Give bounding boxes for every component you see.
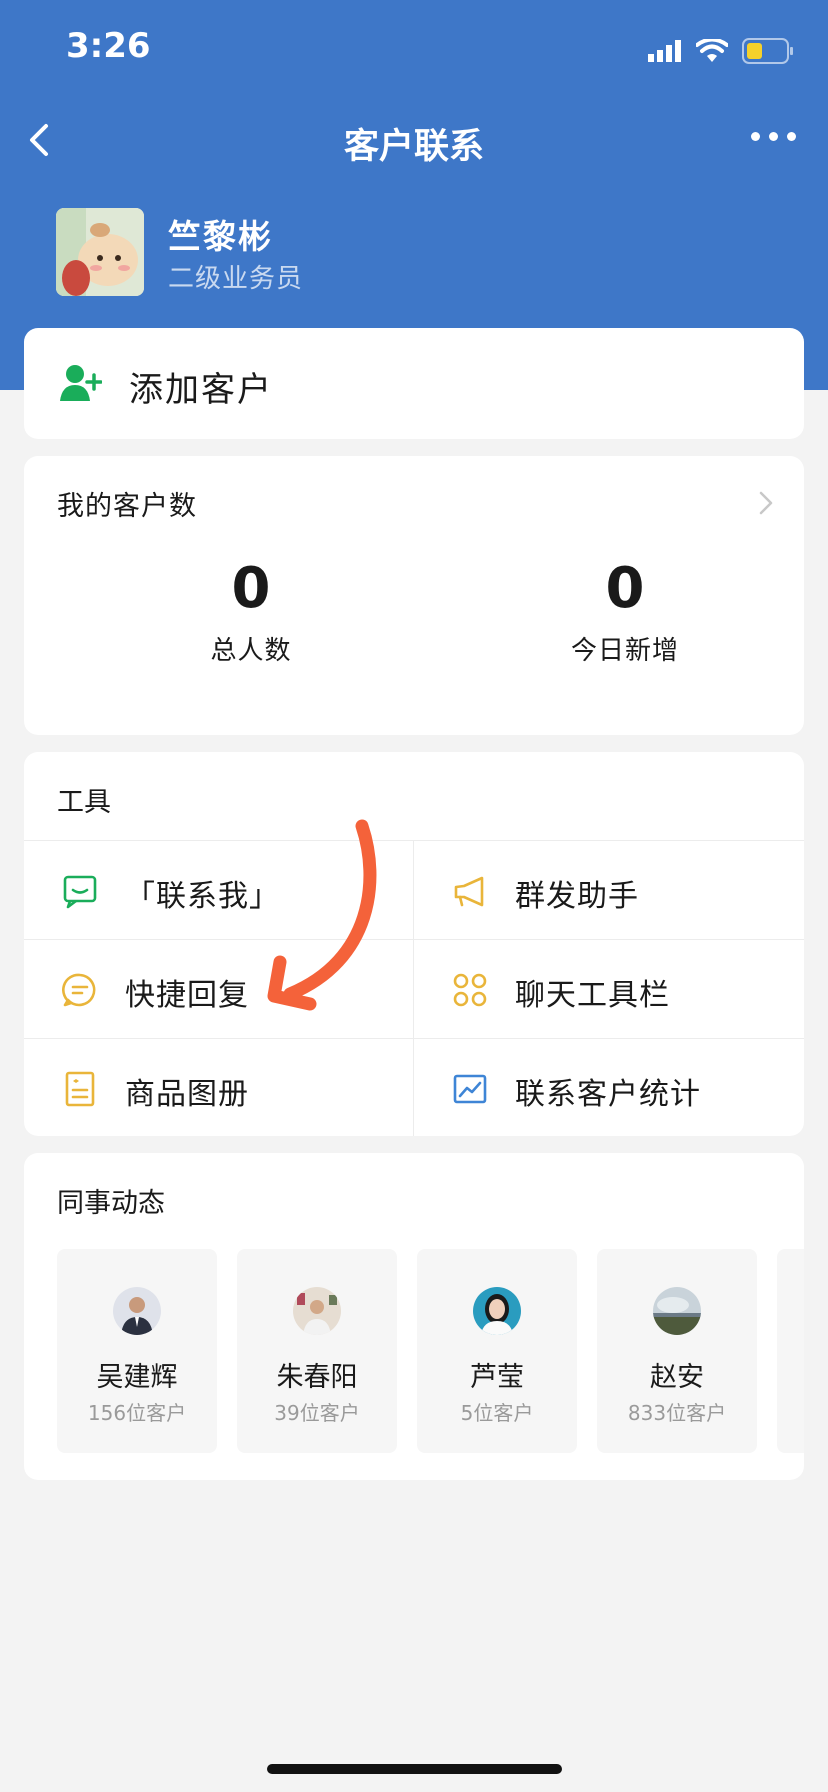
status-time: 3:26 xyxy=(66,26,151,66)
product-album-icon xyxy=(65,1071,95,1107)
quick-reply-icon xyxy=(62,973,96,1007)
colleague-avatar xyxy=(293,1287,341,1335)
tool-label: 联系客户统计 xyxy=(515,1077,701,1112)
chat-toolbar-icon xyxy=(453,973,487,1007)
tool-label: 群发助手 xyxy=(515,879,639,914)
colleague-card[interactable]: 芦莹 5位客户 xyxy=(417,1249,577,1453)
wifi-icon xyxy=(696,39,728,62)
colleague-customer-count: 39位客户 xyxy=(274,1401,360,1425)
tools-title: 工具 xyxy=(57,787,111,818)
chevron-right-icon xyxy=(759,491,773,515)
profile: 竺黎彬 二级业务员 xyxy=(56,208,756,298)
total-count-value: 0 xyxy=(231,556,271,621)
add-user-icon xyxy=(60,365,102,401)
today-new-stat: 0 今日新增 xyxy=(505,556,745,667)
nav-bar: 客户联系 xyxy=(0,100,828,180)
tool-label: 聊天工具栏 xyxy=(515,978,670,1013)
colleague-activity-title: 同事动态 xyxy=(57,1188,165,1219)
total-count-label: 总人数 xyxy=(210,636,292,666)
home-indicator[interactable] xyxy=(267,1764,562,1774)
my-customer-count-card[interactable]: 我的客户数 0 总人数 0 今日新增 xyxy=(24,456,804,735)
profile-role: 二级业务员 xyxy=(168,264,304,294)
tool-mass-send[interactable]: 群发助手 xyxy=(414,841,804,940)
colleague-customer-count: 833位客户 xyxy=(627,1401,727,1425)
colleague-activity-card: 同事动态 吴建辉 156位客户 朱春阳 39位客户 芦莹 5位客户 赵安 833… xyxy=(24,1153,804,1480)
colleague-card-partial[interactable] xyxy=(777,1249,804,1453)
megaphone-icon xyxy=(454,876,484,907)
tool-chat-toolbar[interactable]: 聊天工具栏 xyxy=(414,940,804,1039)
tool-quick-reply[interactable]: 快捷回复 xyxy=(24,940,414,1039)
colleague-customer-count: 5位客户 xyxy=(460,1401,534,1425)
add-customer-label: 添加客户 xyxy=(129,370,273,410)
tool-contact-statistics[interactable]: 联系客户统计 xyxy=(414,1039,804,1136)
status-bar: 3:26 xyxy=(0,0,828,100)
customer-count-title: 我的客户数 xyxy=(57,491,197,522)
profile-name: 竺黎彬 xyxy=(168,217,273,256)
tool-label: 快捷回复 xyxy=(125,978,249,1013)
statistics-icon xyxy=(453,1074,487,1104)
tools-grid: 「联系我」 群发助手 快捷回复 聊天工具栏 商品图册 联系客户统计 xyxy=(24,840,804,1136)
total-count-stat: 0 总人数 xyxy=(131,556,371,667)
colleague-customer-count: 156位客户 xyxy=(87,1401,187,1425)
colleague-name: 芦莹 xyxy=(470,1362,524,1393)
colleague-card[interactable]: 吴建辉 156位客户 xyxy=(57,1249,217,1453)
battery-icon xyxy=(742,38,793,64)
colleague-list[interactable]: 吴建辉 156位客户 朱春阳 39位客户 芦莹 5位客户 赵安 833位客户 xyxy=(57,1249,804,1453)
tool-product-album[interactable]: 商品图册 xyxy=(24,1039,414,1136)
colleague-avatar xyxy=(113,1287,161,1335)
tool-label: 「联系我」 xyxy=(125,879,280,914)
signal-icon xyxy=(648,40,681,62)
colleague-name: 朱春阳 xyxy=(276,1362,358,1393)
colleague-card[interactable]: 朱春阳 39位客户 xyxy=(237,1249,397,1453)
add-customer-button[interactable]: 添加客户 xyxy=(24,328,804,439)
colleague-card[interactable]: 赵安 833位客户 xyxy=(597,1249,757,1453)
today-new-label: 今日新增 xyxy=(570,636,679,666)
colleague-avatar xyxy=(653,1287,701,1335)
page-title: 客户联系 xyxy=(343,127,484,167)
contact-me-icon xyxy=(63,875,97,909)
tool-contact-me[interactable]: 「联系我」 xyxy=(24,841,414,940)
colleague-name: 吴建辉 xyxy=(96,1362,178,1393)
colleague-name: 赵安 xyxy=(650,1362,704,1393)
more-icon[interactable] xyxy=(751,132,796,141)
tools-card: 工具 「联系我」 群发助手 快捷回复 聊天工具栏 商品图册 联系客户统计 xyxy=(24,752,804,1136)
today-new-value: 0 xyxy=(605,556,645,621)
colleague-avatar xyxy=(473,1287,521,1335)
avatar[interactable] xyxy=(56,208,144,296)
tool-label: 商品图册 xyxy=(125,1077,249,1112)
